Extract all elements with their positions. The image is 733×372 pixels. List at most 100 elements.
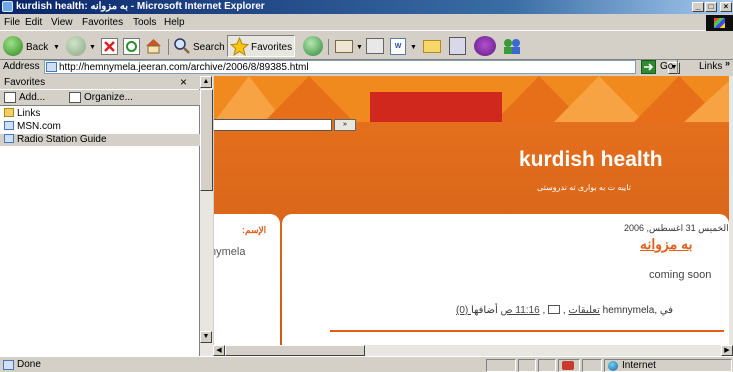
add-favorite-button[interactable]: Add... <box>19 92 45 103</box>
favorites-button[interactable]: Favorites <box>227 35 295 57</box>
home-icon[interactable] <box>144 37 163 54</box>
print-icon[interactable] <box>366 38 384 54</box>
menu-tools[interactable]: Tools <box>133 17 156 28</box>
history-icon[interactable] <box>303 36 323 56</box>
favorites-title: Favorites <box>4 77 46 88</box>
menu-edit[interactable]: Edit <box>25 17 42 28</box>
favorite-item-label: Links <box>17 108 41 119</box>
refresh-icon[interactable] <box>123 38 140 55</box>
status-bar: Done Internet <box>0 356 733 372</box>
horizontal-scrollbar[interactable]: ◀ ▶ <box>213 345 733 356</box>
favorite-item-label: MSN.com <box>17 121 61 132</box>
forward-dropdown-icon[interactable]: ▼ <box>89 44 96 51</box>
right-edge <box>729 76 733 345</box>
organize-button[interactable]: Organize... <box>84 92 133 103</box>
status-text: Done <box>17 359 41 370</box>
favorite-item-radio-station-guide[interactable]: Radio Station Guide <box>0 134 200 146</box>
edit-dropdown-icon[interactable]: ▼ <box>410 44 417 51</box>
horizontal-scroll-thumb[interactable] <box>225 345 365 356</box>
close-pane-icon[interactable]: × <box>180 75 187 89</box>
status-cell <box>486 359 516 372</box>
favorites-label: Favorites <box>251 42 293 53</box>
vertical-scroll-thumb[interactable] <box>200 89 213 191</box>
page-icon <box>4 134 14 143</box>
internet-globe-icon <box>608 361 618 371</box>
edit-word-icon[interactable]: W <box>390 38 406 55</box>
email-icon[interactable] <box>548 305 561 314</box>
address-input[interactable]: http://hemnymela.jeeran.com/archive/2006… <box>44 60 680 74</box>
vertical-scrollbar[interactable]: ▲ ▼ <box>200 76 213 356</box>
page-icon <box>3 360 14 370</box>
favorite-item-links[interactable]: Links <box>4 108 190 120</box>
blog-title: kurdish health <box>519 148 663 171</box>
links-button[interactable]: Links <box>699 61 722 72</box>
page-search-input[interactable] <box>214 119 332 131</box>
go-arrow-icon[interactable] <box>641 60 656 74</box>
post-title-link[interactable]: به مزوانه <box>640 236 693 253</box>
mail-icon[interactable] <box>335 40 353 53</box>
back-icon[interactable] <box>3 36 23 56</box>
menu-file[interactable]: File <box>4 17 20 28</box>
status-cell <box>558 359 580 372</box>
favorite-item-msn[interactable]: MSN.com <box>4 121 190 133</box>
back-dropdown-icon[interactable]: ▼ <box>53 44 60 51</box>
post-date: الخميس 31 اغسطس, 2006 <box>624 223 729 233</box>
window-title: kurdish health: به مزوانه - Microsoft In… <box>16 1 265 12</box>
status-cell <box>582 359 602 372</box>
close-window-button[interactable]: × <box>720 2 732 12</box>
toolbar: Back ▼ ▼ Search Favorites ▼ W ▼ <box>0 32 733 60</box>
toolbar-separator <box>328 39 329 55</box>
favorites-tools: Add... Organize... <box>0 90 200 106</box>
page-search-button[interactable]: » <box>334 119 356 131</box>
research-icon[interactable] <box>449 37 466 55</box>
scroll-up-icon[interactable]: ▲ <box>200 76 212 88</box>
favorites-header: Favorites × <box>0 75 200 89</box>
favorites-star-icon <box>229 36 250 57</box>
status-cell <box>538 359 556 372</box>
search-icon[interactable] <box>173 37 191 55</box>
page-icon <box>4 121 14 130</box>
chevron-right-icon[interactable]: » <box>725 58 730 68</box>
menu-help[interactable]: Help <box>164 17 185 28</box>
back-label[interactable]: Back <box>26 42 48 53</box>
post-divider <box>330 330 724 332</box>
folder-icon <box>4 108 14 117</box>
stop-icon[interactable] <box>101 38 118 55</box>
scroll-right-icon[interactable]: ▶ <box>721 345 733 356</box>
search-label[interactable]: Search <box>193 42 225 53</box>
maximize-button[interactable]: □ <box>705 2 717 12</box>
favorites-pane: Favorites × Add... Organize... Links MSN… <box>0 75 200 356</box>
folder-icon[interactable] <box>423 40 441 53</box>
menu-bar: File Edit View Favorites Tools Help <box>0 14 733 31</box>
post-body: coming soon <box>649 269 712 281</box>
windows-logo <box>706 15 733 31</box>
toolbar-separator <box>168 39 169 55</box>
organize-icon[interactable] <box>69 92 81 103</box>
toolbar-separator <box>677 60 678 74</box>
menu-view[interactable]: View <box>51 17 73 28</box>
page-icon <box>46 62 57 72</box>
post-time-link[interactable]: 11:16 ص <box>501 305 540 316</box>
post-box: الخميس 31 اغسطس, 2006 به مزوانه coming s… <box>282 214 729 345</box>
status-cell <box>518 359 536 372</box>
address-bar: Address http://hemnymela.jeeran.com/arch… <box>0 58 733 75</box>
security-zone: Internet <box>604 359 732 372</box>
menu-favorites[interactable]: Favorites <box>82 17 123 28</box>
buddies-icon[interactable] <box>501 37 523 55</box>
add-favorite-icon[interactable] <box>4 92 16 103</box>
scroll-down-icon[interactable]: ▼ <box>200 331 212 343</box>
web-page: » kurdish health تایبه ت به بواری ته ندر… <box>214 76 729 345</box>
forward-icon[interactable] <box>66 36 86 56</box>
title-bar: kurdish health: به مزوانه - Microsoft In… <box>0 0 733 14</box>
popup-blocked-icon <box>562 361 574 370</box>
scroll-left-icon[interactable]: ◀ <box>213 345 225 356</box>
favorite-item-label: Radio Station Guide <box>17 134 107 145</box>
messenger-icon[interactable] <box>474 36 496 56</box>
go-button[interactable]: Go <box>660 61 673 72</box>
footer-separator: , <box>560 305 566 316</box>
zone-label: Internet <box>622 360 656 371</box>
minimize-button[interactable]: _ <box>692 2 704 12</box>
mail-dropdown-icon[interactable]: ▼ <box>356 44 363 51</box>
header-banner <box>370 92 502 122</box>
post-footer: (0) تعليقات , , 11:16 ص أضافها hemnymela… <box>456 305 673 316</box>
